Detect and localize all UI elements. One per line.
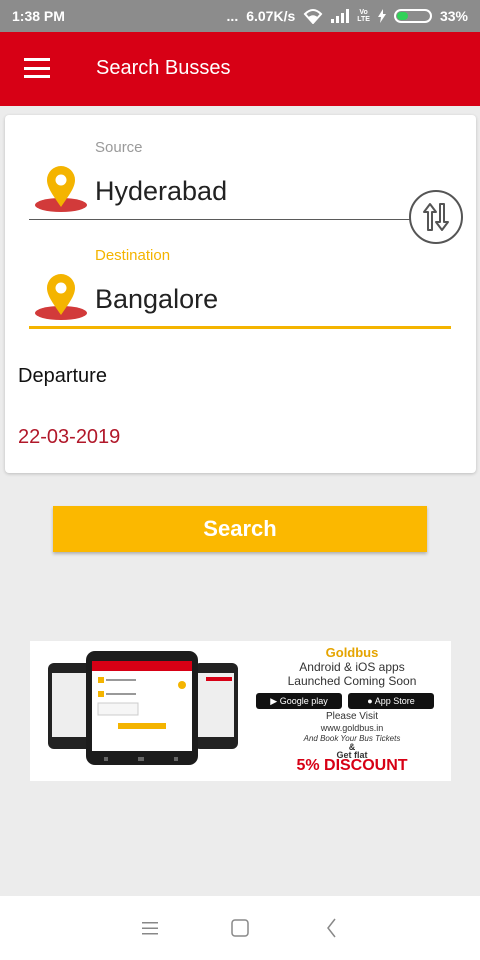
search-button[interactable]: Search [53,506,427,552]
volte-icon: Vo LTE [357,9,370,23]
destination-input[interactable]: Bangalore [95,284,218,315]
google-play-icon: ▶ [270,696,278,706]
status-bar: 1:38 PM ... 6.07K/s Vo LTE 33% [0,0,480,32]
apple-icon: ● [367,696,373,706]
ad-discount: 5% DISCOUNT [296,757,408,774]
ad-banner[interactable]: Goldbus Android & iOS apps Launched Comi… [30,641,451,781]
app-store-badge[interactable]: ● App Store [348,693,434,709]
source-input[interactable]: Hyderabad [95,176,227,207]
status-time: 1:38 PM [12,8,65,24]
status-right: ... 6.07K/s Vo LTE 33% [227,8,468,24]
volte-line2: LTE [357,16,370,23]
google-play-badge[interactable]: ▶ Google play [256,693,342,709]
swap-vertical-icon [423,203,449,231]
battery-percent: 33% [439,8,468,24]
location-pin-icon [35,166,87,212]
app-store-label: App Store [374,696,415,706]
ad-brand: Goldbus [325,645,379,660]
swap-button[interactable] [409,190,463,244]
destination-underline [29,326,451,329]
back-icon[interactable] [320,916,344,940]
network-speed: 6.07K/s [246,8,296,24]
navigation-bar [0,896,480,960]
departure-date[interactable]: 22-03-2019 [18,426,120,449]
departure-label: Departure [18,365,107,387]
ad-apps-line: Android & iOS apps [299,660,405,674]
recent-apps-icon[interactable] [138,916,162,940]
search-form-card: Source Hyderabad Destination Bangalore D… [5,115,476,473]
volte-line1: Vo [359,9,368,16]
battery-icon [393,9,432,23]
charging-icon [377,9,386,23]
home-icon[interactable] [228,916,252,940]
source-underline [29,219,415,220]
destination-label: Destination [95,247,171,264]
signal-icon [331,9,350,23]
ad-url: www.goldbus.in [320,723,384,733]
hamburger-menu-icon[interactable] [24,58,50,78]
location-pin-icon [35,274,87,320]
app-bar: Search Busses [0,32,480,106]
ad-visit: Please Visit [325,711,379,722]
page-title: Search Busses [96,57,231,79]
source-label: Source [95,139,143,156]
ad-launch-line: Launched Coming Soon [287,674,417,688]
phones-mockup-image [48,651,238,765]
wifi-icon [303,9,323,24]
status-dots: ... [226,8,239,24]
google-play-label: Google play [279,696,328,706]
